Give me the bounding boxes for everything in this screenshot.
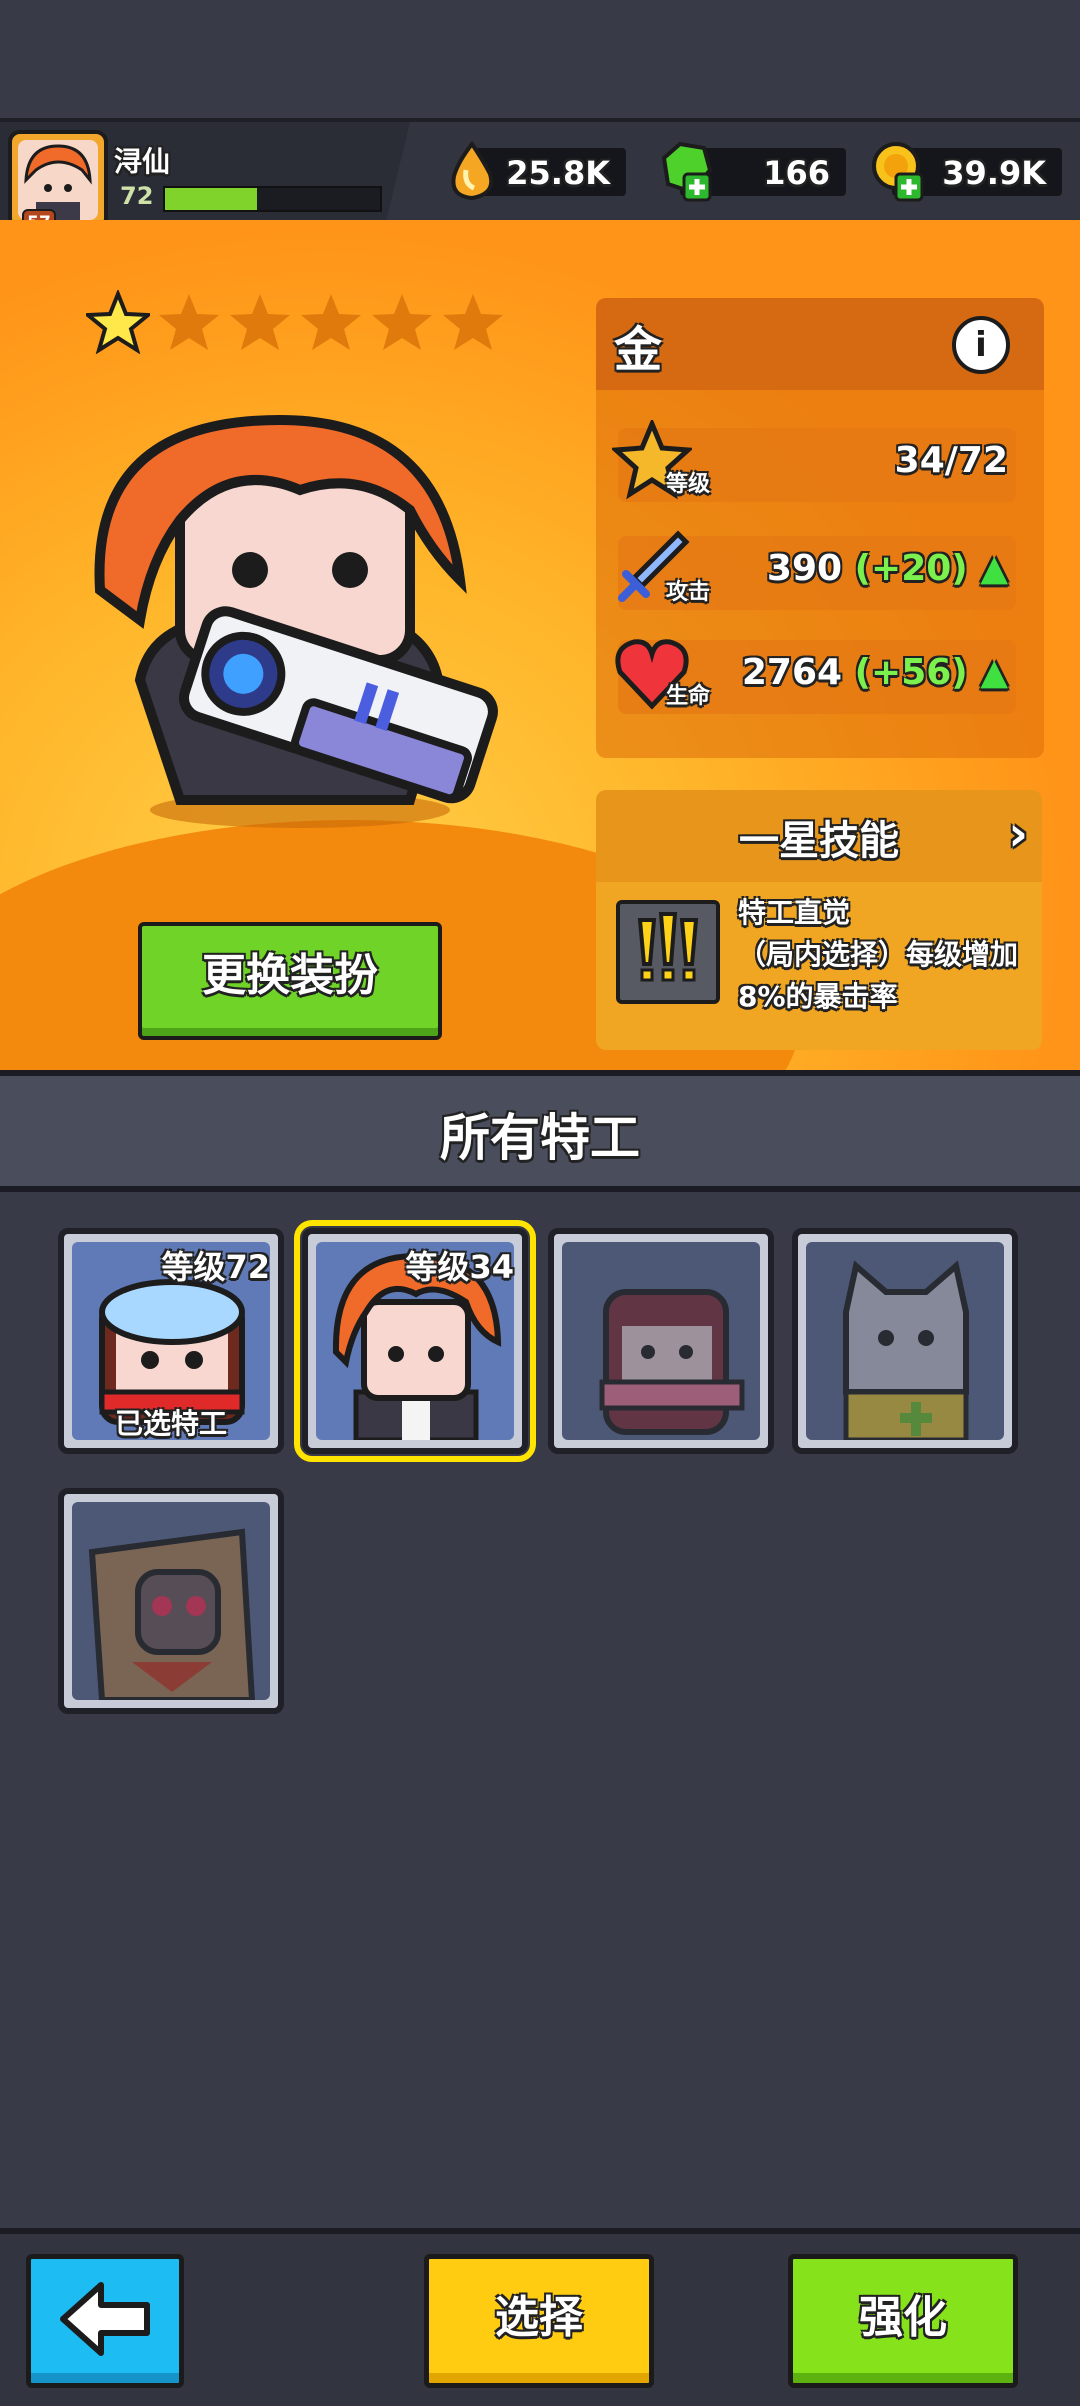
energy-counter[interactable]: 25.8K <box>451 140 626 201</box>
back-arrow-icon <box>60 2282 150 2356</box>
stat-label-attack: 攻击 <box>666 580 711 605</box>
skill-body: 特工直觉 （局内选择）每级增加8%的暴击率 <box>596 882 1042 1050</box>
star-empty-icon <box>159 294 219 350</box>
agent-level: 等级72 <box>161 1248 270 1286</box>
agent-card-cat[interactable] <box>792 1228 1018 1454</box>
info-icon[interactable]: i <box>952 316 1010 374</box>
gold-value: 39.9K <box>942 154 1046 192</box>
hp-bonus: (+56) <box>854 652 968 693</box>
stat-row-level: 等级 34/72 <box>612 420 1016 502</box>
xp-bar <box>163 186 382 212</box>
star-empty-icon <box>301 294 361 350</box>
exclamation-skill-icon <box>616 900 720 1004</box>
up-arrow-icon: ▲ <box>980 548 1008 589</box>
skill-title-bar[interactable]: 一星技能 › <box>596 790 1042 882</box>
stat-row-hp: 生命 2764 (+56) ▲ <box>615 639 1016 714</box>
xp-fill <box>165 188 258 210</box>
scarf-agent-portrait <box>599 1289 745 1435</box>
player-plate[interactable]: 57 浔仙 72 <box>0 122 410 224</box>
gems-value: 166 <box>763 154 830 192</box>
select-button[interactable]: 选择 <box>424 2254 654 2388</box>
section-title: 所有特工 <box>440 1109 640 1167</box>
gems-counter[interactable]: 166 <box>661 141 846 202</box>
back-button[interactable] <box>26 2254 184 2388</box>
agent-card-scarf[interactable] <box>548 1228 774 1454</box>
bottom-bar: 选择 强化 <box>0 2228 1080 2406</box>
stats-header: 金 i <box>596 298 1044 390</box>
energy-value: 25.8K <box>506 154 610 192</box>
change-outfit-button[interactable]: 更换装扮 <box>138 922 442 1040</box>
chevron-right-icon[interactable]: › <box>1008 806 1028 862</box>
stat-label-level: 等级 <box>666 472 711 497</box>
stat-row-attack: 攻击 390 (+20) ▲ <box>618 530 1016 610</box>
attack-bonus: (+20) <box>854 548 968 589</box>
star-empty-icon <box>372 294 432 350</box>
green-gem-plus-icon <box>661 141 713 202</box>
stat-label-hp: 生命 <box>666 684 711 709</box>
gold-counter[interactable]: 39.9K <box>872 142 1062 202</box>
skill-description: 特工直觉 （局内选择）每级增加8%的暴击率 <box>738 896 1019 1013</box>
agent-portrait-bg <box>806 1242 1004 1440</box>
top-bar: 57 浔仙 72 25.8K 166 39.9K <box>0 118 1080 224</box>
agent-card-jin[interactable]: 等级34 <box>294 1220 536 1462</box>
hero-portrait <box>94 414 498 828</box>
player-avatar[interactable]: 57 <box>8 130 108 224</box>
agent-portrait-bg <box>562 1242 760 1440</box>
star-empty-icon <box>443 294 503 350</box>
up-arrow-icon: ▲ <box>980 652 1008 693</box>
skill-title: 一星技能 <box>739 818 899 864</box>
stats-panel: 金 i 等级 34/72 攻击 390 (+20) ▲ 生命 2764 (+56… <box>596 298 1044 758</box>
gold-coin-plus-icon <box>872 142 924 202</box>
avatar-portrait <box>18 140 98 220</box>
hero-showcase: 更换装扮 金 i 等级 34/72 攻击 390 (+20) ▲ 生命 2764… <box>0 220 1080 1070</box>
stat-value-level: 34/72 <box>894 440 1008 481</box>
agent-card-masked[interactable] <box>58 1488 284 1714</box>
hp-base: 2764 <box>741 652 843 693</box>
agent-card-goggles[interactable]: 等级72 已选特工 <box>58 1228 284 1454</box>
star-filled-icon <box>86 290 150 354</box>
upgrade-button[interactable]: 强化 <box>788 2254 1018 2388</box>
attack-base: 390 <box>766 548 843 589</box>
hero-name: 金 <box>614 322 663 378</box>
star-empty-icon <box>230 294 290 350</box>
cat-agent-portrait <box>843 1260 969 1440</box>
stat-value-attack: 390 (+20) ▲ <box>767 548 1008 589</box>
selected-agent-tag: 已选特工 <box>114 1407 227 1440</box>
player-level: 72 <box>120 182 154 210</box>
flame-drop-icon <box>451 140 494 201</box>
masked-agent-portrait <box>88 1528 256 1700</box>
agent-level: 等级34 <box>405 1248 514 1286</box>
stat-value-hp: 2764 (+56) ▲ <box>742 652 1008 693</box>
section-header: 所有特工 <box>0 1070 1080 1192</box>
player-name: 浔仙 <box>114 145 171 178</box>
agent-portrait-bg <box>72 1502 270 1700</box>
